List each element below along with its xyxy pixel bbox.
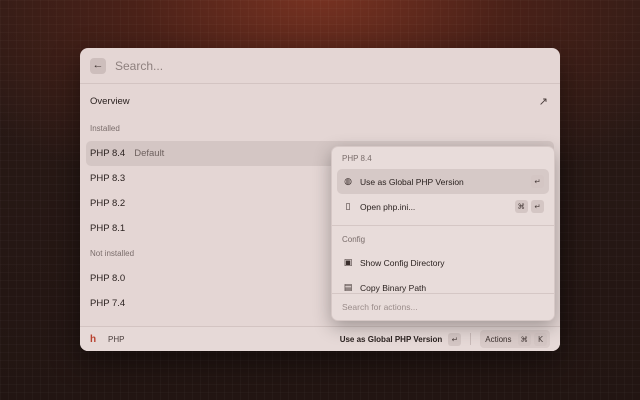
action-copy-binary-path[interactable]: ▤ Copy Binary Path	[337, 275, 549, 295]
actions-button[interactable]: Actions ⌘ K	[480, 330, 550, 348]
list-item-label: PHP 7.4	[90, 298, 126, 309]
list-item-label: PHP 8.3	[90, 173, 126, 184]
enter-key-hint: ↵	[448, 332, 462, 346]
arrow-left-icon: ←	[92, 59, 104, 71]
actions-search-bar	[332, 293, 554, 320]
actions-popover: PHP 8.4 ◍ Use as Global PHP Version ↵ ▯ …	[331, 146, 555, 321]
overview-label: Overview	[90, 95, 130, 107]
enter-key-hint: ↵	[531, 200, 544, 213]
search-bar: ←	[80, 48, 560, 84]
actions-search-input[interactable]	[342, 302, 544, 312]
popover-section-config: Config	[342, 234, 366, 244]
enter-key-hint: ↵	[531, 175, 544, 188]
action-label: Use as Global PHP Version	[360, 176, 464, 187]
popover-divider	[332, 225, 554, 226]
arrow-up-right-icon: ↗	[538, 95, 548, 108]
k-key-hint: K	[534, 332, 547, 346]
footer-divider	[470, 333, 472, 345]
section-installed: Installed	[90, 124, 120, 133]
herd-logo-icon: h	[90, 333, 97, 345]
list-item-label: PHP 8.1	[90, 223, 126, 234]
action-use-as-global[interactable]: ◍ Use as Global PHP Version ↵	[337, 169, 549, 194]
cmd-key-hint: ⌘	[517, 332, 531, 346]
popover-section-php-8-4: PHP 8.4	[342, 153, 372, 163]
list-item-label: PHP 8.0	[90, 273, 126, 284]
primary-action-button[interactable]: Use as Global PHP Version	[340, 335, 443, 344]
cmd-key-hint: ⌘	[514, 200, 528, 213]
action-label: Show Config Directory	[360, 257, 445, 268]
default-badge: Default	[134, 148, 165, 159]
finder-icon: ▣	[343, 257, 353, 268]
actions-label: Actions	[485, 334, 512, 344]
action-show-config-directory[interactable]: ▣ Show Config Directory	[337, 250, 549, 275]
globe-icon: ◍	[344, 176, 352, 187]
list-item-label: PHP 8.2	[90, 198, 126, 209]
back-button[interactable]: ←	[90, 57, 106, 74]
clipboard-icon: ▤	[343, 282, 353, 293]
footer-bar: h PHP Use as Global PHP Version ↵ Action…	[80, 326, 560, 351]
overview-item[interactable]: Overview ↗	[86, 86, 554, 116]
search-input[interactable]	[115, 58, 515, 73]
list-item-label: PHP 8.4	[90, 148, 126, 159]
footer-title: PHP	[108, 334, 125, 344]
actions-list: PHP 8.4 ◍ Use as Global PHP Version ↵ ▯ …	[332, 147, 554, 295]
action-open-php-ini[interactable]: ▯ Open php.ini... ⌘ ↵	[337, 194, 549, 219]
file-icon: ▯	[345, 201, 351, 212]
action-label: Copy Binary Path	[360, 282, 427, 293]
action-label: Open php.ini...	[360, 201, 416, 212]
